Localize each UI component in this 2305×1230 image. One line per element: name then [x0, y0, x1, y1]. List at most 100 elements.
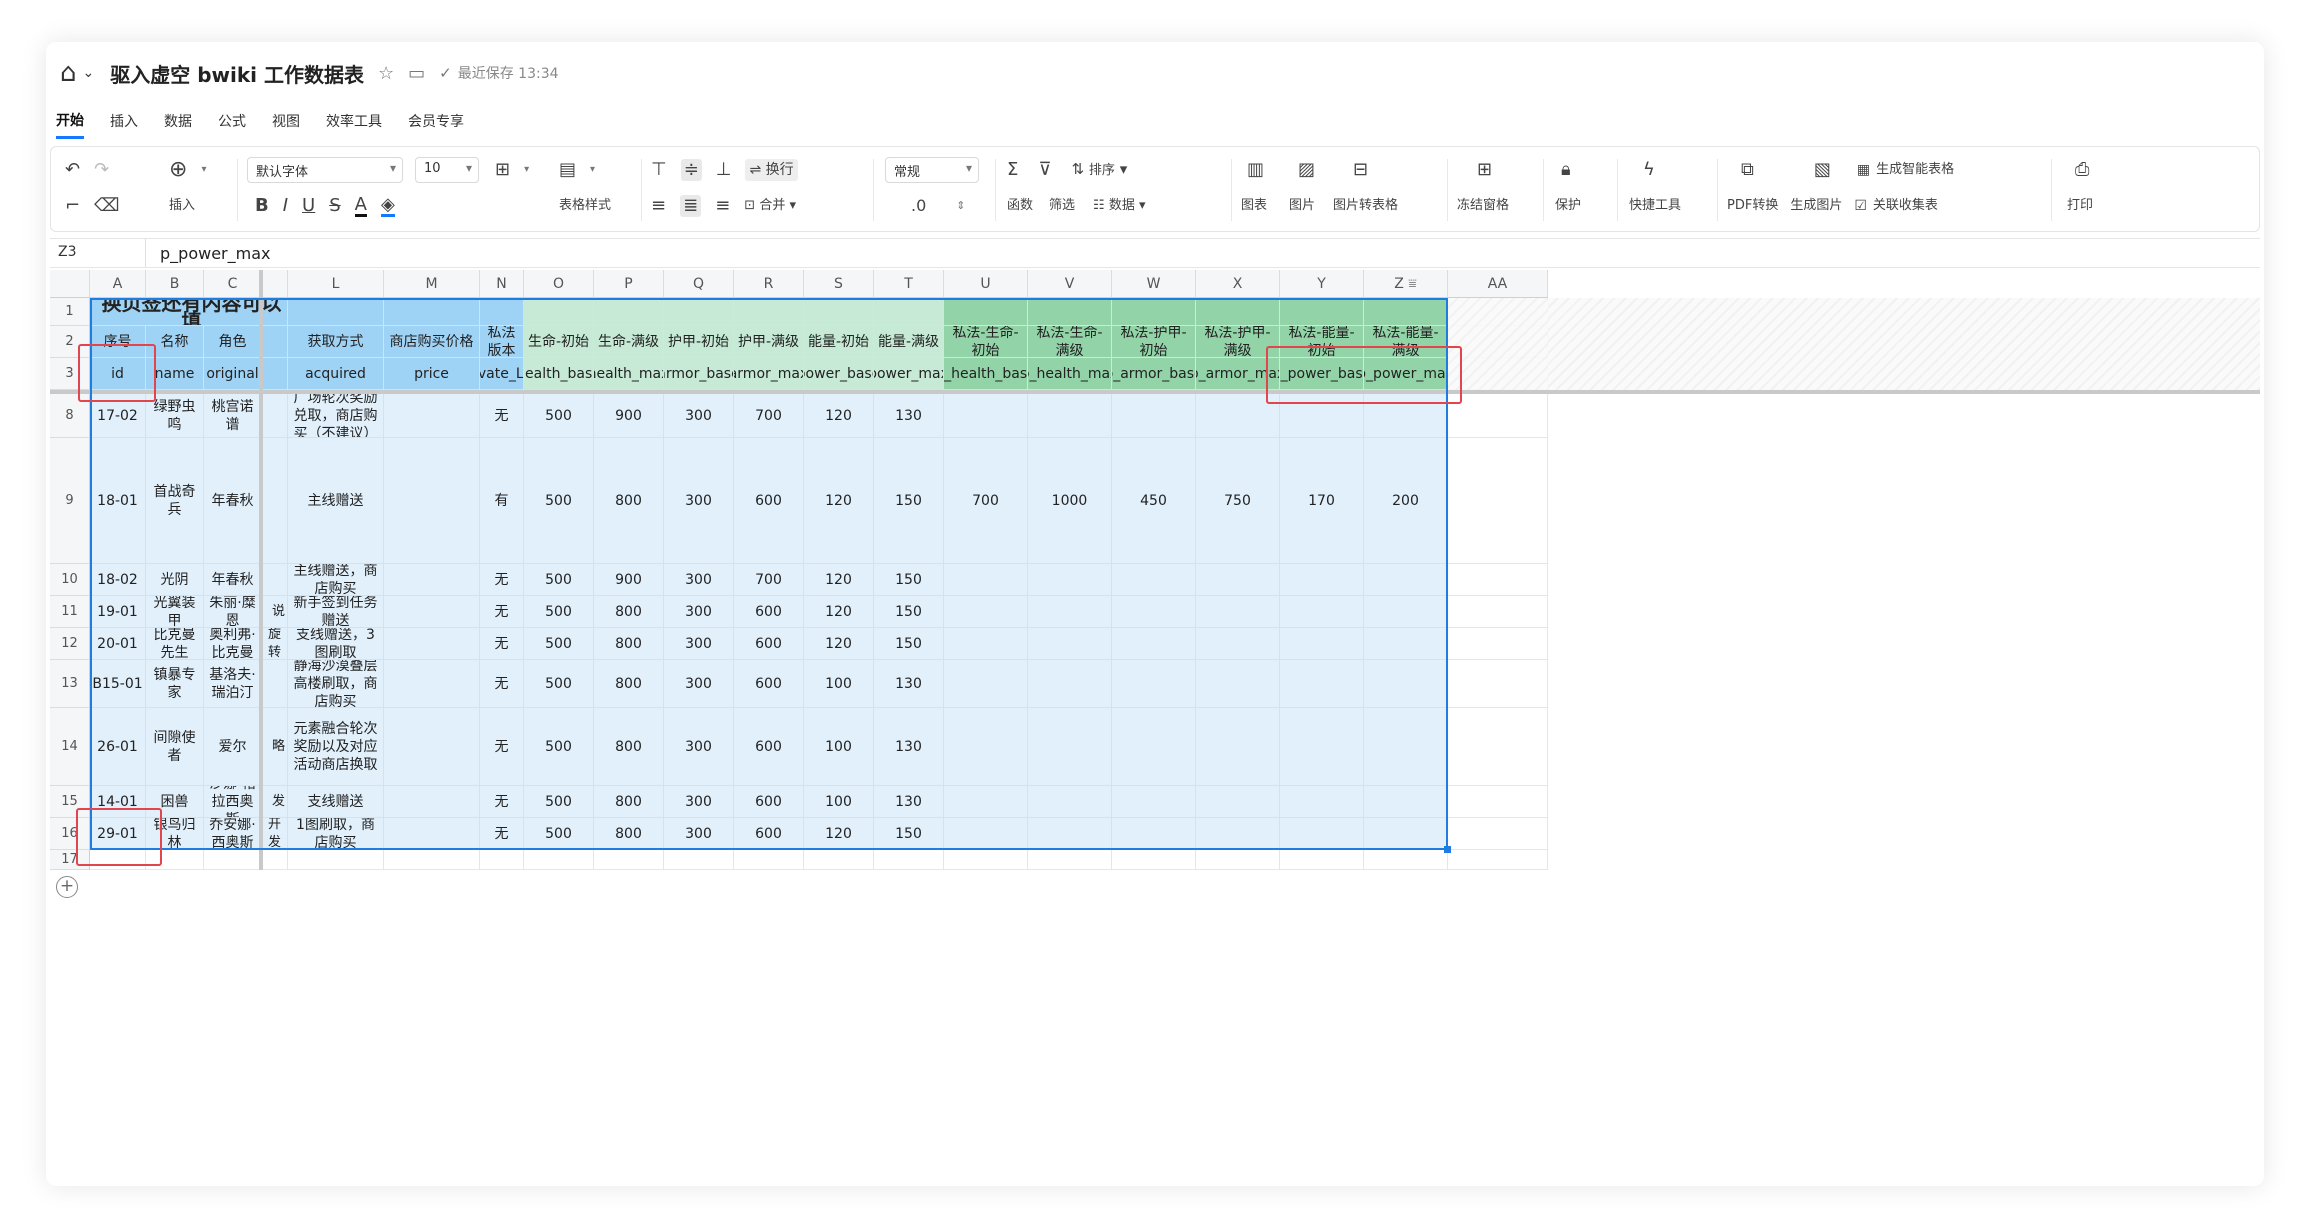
eraser-icon[interactable]: ⌫	[94, 195, 119, 217]
table-cell[interactable]: 200	[1364, 438, 1448, 564]
table-cell[interactable]	[1280, 708, 1364, 786]
table-cell[interactable]: 主线赠送	[288, 438, 384, 564]
table-cell[interactable]	[1112, 564, 1196, 596]
font-family-select[interactable]: 默认字体	[247, 157, 403, 183]
table-cell[interactable]: 无	[480, 628, 524, 660]
selection-fill-handle[interactable]	[1444, 846, 1451, 853]
menu-item-data[interactable]: 数据	[164, 105, 192, 137]
column-header[interactable]: L	[288, 270, 384, 298]
table-cell[interactable]: 600	[734, 818, 804, 850]
smart-table-icon[interactable]: ▦	[1857, 159, 1870, 181]
header-fill-cell[interactable]	[1364, 298, 1448, 326]
table-cell[interactable]: 170	[1280, 438, 1364, 564]
table-cell[interactable]: 间隙使者	[146, 708, 204, 786]
empty-cell[interactable]	[1448, 628, 1548, 660]
empty-cell[interactable]	[734, 850, 804, 870]
table-cell[interactable]: 300	[664, 438, 734, 564]
empty-cell[interactable]	[1448, 850, 1548, 870]
linked-collect-icon[interactable]: ☑	[1854, 195, 1867, 217]
row-header[interactable]: 1	[50, 298, 90, 326]
table-cell[interactable]: 120	[804, 818, 874, 850]
table-cell[interactable]: 130	[874, 660, 944, 708]
generate-image-label[interactable]: 生成图片	[1790, 195, 1842, 217]
stepper-icon[interactable]: ⇕	[956, 195, 965, 217]
table-cell[interactable]: 130	[874, 786, 944, 818]
empty-cell[interactable]	[1448, 596, 1548, 628]
border-icon[interactable]: ⊞	[495, 159, 510, 181]
empty-cell[interactable]	[204, 850, 262, 870]
table-cell[interactable]	[384, 708, 480, 786]
column-header[interactable]: W	[1112, 270, 1196, 298]
empty-cell[interactable]	[1448, 708, 1548, 786]
header-cell-en[interactable]: p_armor_base	[1112, 358, 1196, 390]
table-cell[interactable]	[1028, 786, 1112, 818]
table-cell[interactable]	[384, 660, 480, 708]
row-header[interactable]: 12	[50, 628, 90, 660]
insert-plus-icon[interactable]: ⊕	[169, 159, 187, 181]
column-header[interactable]: C	[204, 270, 262, 298]
redo-icon[interactable]: ↷	[94, 159, 109, 181]
table-cell[interactable]: 主线赠送，商店购买	[288, 564, 384, 596]
print-label[interactable]: 打印	[2067, 195, 2093, 217]
table-cell[interactable]	[1196, 596, 1280, 628]
table-cell[interactable]: 18-01	[90, 438, 146, 564]
number-format-select[interactable]: 常规	[885, 157, 979, 183]
table-cell[interactable]	[1112, 628, 1196, 660]
table-cell[interactable]: 有	[480, 438, 524, 564]
column-header[interactable]: Z ⩸	[1364, 270, 1448, 298]
table-cell[interactable]	[1028, 660, 1112, 708]
table-cell[interactable]: 无	[480, 818, 524, 850]
smart-table-label[interactable]: 生成智能表格	[1876, 159, 1954, 181]
menu-item-efficiency[interactable]: 效率工具	[326, 105, 382, 137]
empty-cell[interactable]	[1364, 850, 1448, 870]
header-cell-en[interactable]: health_base	[524, 358, 594, 390]
table-cell[interactable]	[1112, 708, 1196, 786]
empty-cell[interactable]	[1028, 850, 1112, 870]
column-header[interactable]: Q	[664, 270, 734, 298]
header-fill-cell[interactable]	[480, 298, 524, 326]
column-header[interactable]: R	[734, 270, 804, 298]
table-cell[interactable]	[1112, 394, 1196, 438]
table-cell[interactable]	[384, 786, 480, 818]
table-cell[interactable]: 300	[664, 818, 734, 850]
fill-color-icon[interactable]: ◈	[381, 195, 395, 217]
formula-input[interactable]: p_power_max	[160, 244, 270, 263]
table-cell[interactable]: 300	[664, 596, 734, 628]
table-cell[interactable]	[1280, 564, 1364, 596]
printer-icon[interactable]: ⎙	[2075, 159, 2089, 181]
table-cell[interactable]	[1364, 660, 1448, 708]
table-cell[interactable]	[384, 394, 480, 438]
table-cell[interactable]	[1028, 708, 1112, 786]
table-cell[interactable]: 600	[734, 786, 804, 818]
wrap-text-button[interactable]: ⇌ 换行	[745, 159, 798, 181]
table-cell[interactable]: 基洛夫·瑞泊汀	[204, 660, 262, 708]
header-fill-cell[interactable]	[874, 298, 944, 326]
table-cell[interactable]: 100	[804, 708, 874, 786]
table-cell[interactable]	[1028, 596, 1112, 628]
column-header[interactable]: AA	[1448, 270, 1548, 298]
menu-item-start[interactable]: 开始	[56, 104, 84, 139]
header-fill-cell[interactable]	[1028, 298, 1112, 326]
table-cell[interactable]: 广场轮次奖励兑取，商店购买（不建议）	[288, 394, 384, 438]
table-style-icon[interactable]: ▤	[559, 159, 576, 181]
table-cell[interactable]	[1112, 786, 1196, 818]
table-cell[interactable]: 略	[262, 708, 288, 786]
table-cell[interactable]	[1112, 596, 1196, 628]
select-all-corner[interactable]	[50, 270, 90, 298]
header-cell-cn[interactable]: 私法版本	[480, 326, 524, 358]
image-to-table-label[interactable]: 图片转表格	[1333, 195, 1398, 217]
folder-icon[interactable]: ▭	[408, 63, 425, 84]
table-cell[interactable]	[384, 596, 480, 628]
table-cell[interactable]: 300	[664, 564, 734, 596]
row-header[interactable]: 9	[50, 438, 90, 564]
table-cell[interactable]: 年春秋	[204, 564, 262, 596]
table-cell[interactable]: 600	[734, 708, 804, 786]
table-cell[interactable]	[1028, 394, 1112, 438]
image-icon[interactable]: ▨	[1298, 159, 1315, 181]
name-box[interactable]: Z3	[50, 239, 146, 267]
table-cell[interactable]	[944, 564, 1028, 596]
header-cell-en[interactable]: armor_base	[664, 358, 734, 390]
header-cell-cn[interactable]: 私法-生命-满级	[1028, 326, 1112, 358]
font-color-icon[interactable]: A	[354, 195, 367, 217]
empty-cell[interactable]	[1448, 394, 1548, 438]
